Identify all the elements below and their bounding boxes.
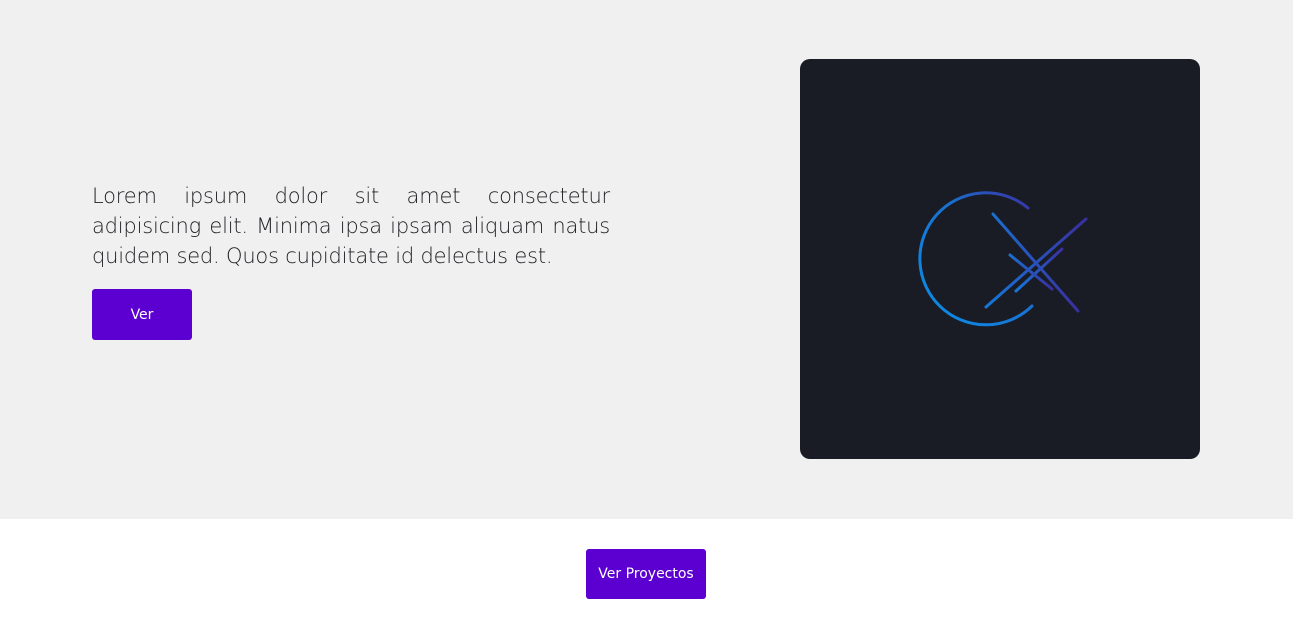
- cx-logo-icon: [918, 191, 1088, 327]
- logo-card: [800, 59, 1200, 459]
- ver-button[interactable]: Ver: [92, 289, 192, 340]
- logo-x-stroke-3: [991, 212, 1080, 313]
- hero-description: Lorem ipsum dolor sit amet consectetur a…: [92, 184, 610, 268]
- hero-section: Lorem ipsum dolor sit amet consectetur a…: [0, 0, 1293, 519]
- ver-proyectos-button[interactable]: Ver Proyectos: [586, 549, 706, 599]
